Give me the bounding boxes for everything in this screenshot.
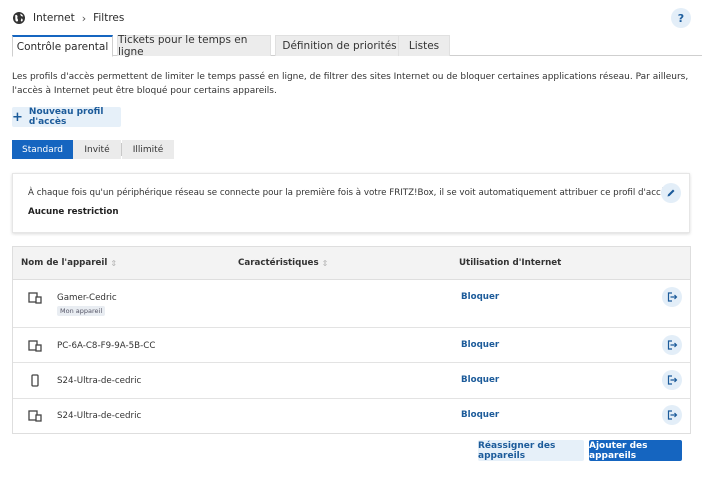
- tab-bar: Contrôle parental Tickets pour le temps …: [12, 34, 702, 58]
- move-out-icon: [667, 375, 677, 385]
- block-link[interactable]: Bloquer: [461, 410, 499, 420]
- reassign-device-button[interactable]: [662, 287, 682, 307]
- table-row: S24-Ultra-de-cedric Bloquer: [13, 399, 690, 433]
- header-characteristics[interactable]: Caractéristiques ⇕: [238, 258, 328, 268]
- profile-standard[interactable]: Standard: [12, 140, 73, 159]
- computer-icon: [28, 410, 42, 422]
- header-internet-usage: Utilisation d'Internet: [459, 258, 561, 268]
- block-link[interactable]: Bloquer: [461, 292, 499, 302]
- my-device-badge: Mon appareil: [57, 306, 106, 316]
- smartphone-icon: [31, 374, 39, 387]
- move-out-icon: [667, 292, 677, 302]
- device-name: PC-6A-C8-F9-9A-5B-CC: [57, 341, 156, 351]
- device-name: S24-Ultra-de-cedric: [57, 411, 142, 421]
- device-name: Gamer-Cedric: [57, 293, 117, 303]
- header-usage-label: Utilisation d'Internet: [459, 258, 562, 268]
- profile-selector: Standard Invité Illimité: [12, 140, 174, 159]
- breadcrumb-page: Filtres: [93, 12, 125, 24]
- header-device-name-label: Nom de l'appareil: [21, 258, 108, 268]
- computer-icon: [28, 340, 42, 352]
- tab-priorities[interactable]: Définition de priorités: [275, 35, 404, 56]
- reassign-device-button[interactable]: [662, 405, 682, 425]
- intro-text: Les profils d'accès permettent de limite…: [12, 72, 689, 96]
- globe-icon: [13, 12, 25, 24]
- pencil-icon: [667, 189, 675, 197]
- tab-online-tickets[interactable]: Tickets pour le temps en ligne: [117, 34, 271, 58]
- computer-icon: [28, 292, 42, 304]
- reassign-device-button[interactable]: [662, 370, 682, 390]
- sort-icon: ⇕: [321, 258, 329, 268]
- help-button[interactable]: ?: [671, 8, 691, 28]
- reassign-devices-button[interactable]: Réassigner des appareils: [478, 440, 584, 461]
- restriction-label: Aucune restriction: [28, 207, 119, 217]
- new-profile-label: Nouveau profil d'accès: [28, 107, 104, 127]
- add-devices-button[interactable]: Ajouter des appareils: [589, 440, 682, 461]
- move-out-icon: [667, 410, 677, 420]
- profile-info-card: À chaque fois qu'un périphérique réseau …: [12, 173, 690, 233]
- device-table: Nom de l'appareil ⇕ Caractéristiques ⇕ U…: [12, 246, 691, 434]
- profile-guest[interactable]: Invité: [73, 140, 121, 159]
- tab-lists[interactable]: Listes: [398, 35, 450, 56]
- edit-profile-button[interactable]: [661, 183, 681, 203]
- table-header: Nom de l'appareil ⇕ Caractéristiques ⇕ U…: [13, 247, 690, 280]
- table-row: PC-6A-C8-F9-9A-5B-CC Bloquer: [13, 328, 690, 363]
- move-out-icon: [667, 340, 677, 350]
- table-row: Gamer-Cedric Mon appareil Bloquer: [13, 280, 690, 328]
- block-link[interactable]: Bloquer: [461, 375, 499, 385]
- header-characteristics-label: Caractéristiques: [238, 258, 319, 268]
- profile-unlimited[interactable]: Illimité: [122, 140, 174, 159]
- table-row: S24-Ultra-de-cedric Bloquer: [13, 363, 690, 399]
- sort-icon: ⇕: [110, 258, 118, 268]
- reassign-device-button[interactable]: [662, 335, 682, 355]
- breadcrumb-section[interactable]: Internet: [33, 12, 75, 24]
- breadcrumb: Internet › Filtres: [12, 9, 124, 27]
- chevron-right-icon: ›: [81, 11, 87, 25]
- block-link[interactable]: Bloquer: [461, 340, 499, 350]
- profile-description: À chaque fois qu'un périphérique réseau …: [28, 188, 674, 198]
- header-device-name[interactable]: Nom de l'appareil ⇕: [21, 258, 117, 268]
- device-name: S24-Ultra-de-cedric: [57, 376, 142, 386]
- new-profile-button[interactable]: + Nouveau profil d'accès: [12, 107, 121, 127]
- plus-icon: +: [12, 109, 23, 125]
- tab-parental-control[interactable]: Contrôle parental: [12, 35, 113, 57]
